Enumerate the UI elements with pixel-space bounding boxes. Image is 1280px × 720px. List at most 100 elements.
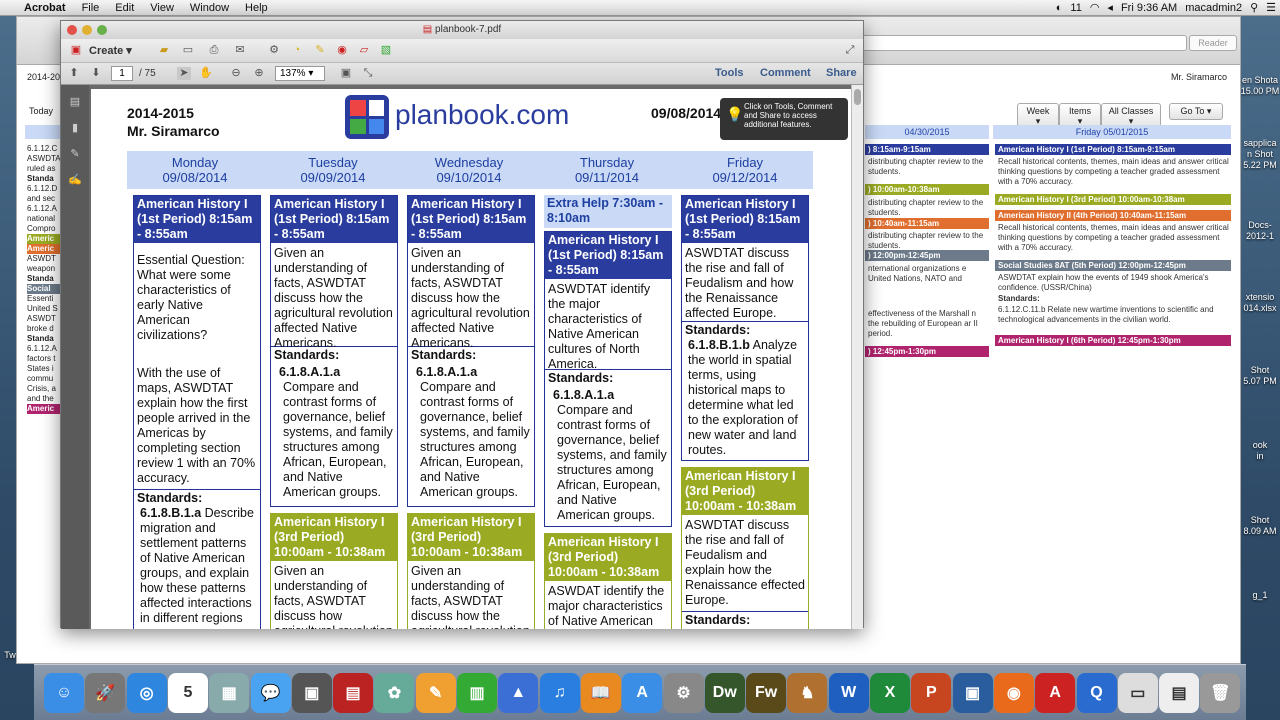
dock-document-stack-icon[interactable]: ▭ xyxy=(1117,673,1158,713)
fit-page-icon[interactable]: ▣ xyxy=(339,67,353,80)
dock-quicktime-icon[interactable]: Q xyxy=(1076,673,1117,713)
desktop-file-label[interactable]: Shot xyxy=(1240,365,1280,376)
desktop-file-label[interactable]: g_1 xyxy=(1240,590,1280,601)
bg-strip-event[interactable]: Americ xyxy=(27,244,63,254)
desktop-file-label[interactable]: en Shota xyxy=(1240,75,1280,86)
clock[interactable]: Fri 9:36 AM xyxy=(1121,0,1177,16)
dock-powerpoint-icon[interactable]: P xyxy=(911,673,952,713)
bg-event[interactable]: ) 12:00pm-12:45pm xyxy=(865,250,989,261)
adobe-icon[interactable]: ◐ xyxy=(1056,0,1063,16)
page-thumbnails-icon[interactable]: ▤ xyxy=(68,95,82,109)
desktop-file-label[interactable]: ook xyxy=(1240,440,1280,451)
full-screen-icon[interactable]: ⤡ xyxy=(361,67,375,80)
goto-dropdown[interactable]: Go To ▾ xyxy=(1169,103,1223,120)
dock-excel-icon[interactable]: X xyxy=(870,673,910,713)
comment-bubble-icon[interactable]: ◔ xyxy=(290,44,304,57)
menu-window[interactable]: Window xyxy=(182,0,237,16)
bg-event[interactable]: American History II (4th Period) 10:40am… xyxy=(995,210,1231,221)
user-menu[interactable]: Mr. Siramarco xyxy=(1171,72,1227,82)
desktop-file-label[interactable]: sapplica xyxy=(1240,138,1280,149)
bg-event[interactable]: American History I (3rd Period) 10:00am-… xyxy=(995,194,1231,205)
dock-iphoto-icon[interactable]: ✿ xyxy=(374,673,415,713)
dock-keynote-icon[interactable]: ▲ xyxy=(498,673,539,713)
select-cursor-icon[interactable]: ➤ xyxy=(177,67,191,80)
desktop-file-label[interactable]: xtensio xyxy=(1240,292,1280,303)
next-page-icon[interactable]: ⬇ xyxy=(89,67,103,80)
acrobat-title-bar[interactable]: ▤ planbook-7.pdf xyxy=(61,21,863,39)
dock-fireworks-icon[interactable]: Fw xyxy=(746,673,787,713)
dock-acrobat-icon[interactable]: A xyxy=(1035,673,1076,713)
highlight-icon[interactable]: ✎ xyxy=(313,44,327,57)
document-viewport[interactable]: 2014-2015 Mr. Siramarco planbook.com 09/… xyxy=(89,85,851,629)
dock-firefox-icon[interactable]: ◉ xyxy=(993,673,1034,713)
dock-app-store-icon[interactable]: A xyxy=(622,673,663,713)
dock-messages-icon[interactable]: 💬 xyxy=(250,673,291,713)
reader-button[interactable]: Reader xyxy=(1189,35,1237,51)
zoom-in-icon[interactable]: ⊕ xyxy=(252,67,266,80)
expand-icon[interactable]: ⤢ xyxy=(843,44,857,57)
dock-microsoft-remote-icon[interactable]: ▣ xyxy=(952,673,993,713)
share-icon[interactable]: ▧ xyxy=(379,44,393,57)
attachments-icon[interactable]: ✎ xyxy=(68,147,82,161)
create-icon[interactable]: ▣ xyxy=(69,44,83,57)
settings-gear-icon[interactable]: ⚙ xyxy=(267,44,281,57)
print-icon[interactable]: ⎙ xyxy=(207,44,221,57)
bg-strip-event[interactable]: Social xyxy=(27,284,63,294)
comment-pane-button[interactable]: Comment xyxy=(760,67,811,79)
bg-event[interactable]: American History I (6th Period) 12:45pm-… xyxy=(995,335,1231,346)
dock-word-icon[interactable]: W xyxy=(828,673,869,713)
collapse-tooltip-icon[interactable]: ^ xyxy=(780,92,784,101)
previous-page-icon[interactable]: ⬆ xyxy=(67,67,81,80)
tools-tooltip[interactable]: 💡 ^ Click on Tools, Comment and Share to… xyxy=(720,92,848,140)
user-name[interactable]: macadmin2 xyxy=(1185,0,1242,16)
menu-edit[interactable]: Edit xyxy=(107,0,142,16)
bg-event[interactable]: ) 8:15am-9:15am xyxy=(865,144,989,155)
menu-file[interactable]: File xyxy=(74,0,108,16)
share-pane-button[interactable]: Share xyxy=(826,67,857,79)
bg-event[interactable]: ) 10:40am-11:15am xyxy=(865,218,989,229)
open-folder-icon[interactable]: ▰ xyxy=(157,44,171,57)
menu-help[interactable]: Help xyxy=(237,0,276,16)
dock-document-icon[interactable]: ▤ xyxy=(1159,673,1200,713)
zoom-out-icon[interactable]: ⊖ xyxy=(229,67,243,80)
dock-trash-icon[interactable]: 🗑 xyxy=(1200,673,1241,713)
desktop-file-label[interactable]: Docs- xyxy=(1240,220,1280,231)
wifi-icon[interactable]: ◠ xyxy=(1090,0,1100,16)
email-icon[interactable]: ✉ xyxy=(233,44,247,57)
zoom-window-icon[interactable] xyxy=(97,25,107,35)
bookmarks-icon[interactable]: ▮ xyxy=(68,121,82,135)
menu-view[interactable]: View xyxy=(142,0,182,16)
dock-photo-booth-icon[interactable]: ▤ xyxy=(333,673,374,713)
signatures-icon[interactable]: ✍ xyxy=(68,173,82,187)
bg-strip-event[interactable]: Americ xyxy=(27,234,63,244)
menu-acrobat[interactable]: Acrobat xyxy=(16,0,74,16)
dock-itunes-icon[interactable]: ♫ xyxy=(539,673,580,713)
dock-safari-icon[interactable]: ◎ xyxy=(126,673,167,713)
dock-launchpad-icon[interactable]: 🚀 xyxy=(85,673,126,713)
stamp-icon[interactable]: ◉ xyxy=(335,44,349,57)
notification-center-icon[interactable]: ☰ xyxy=(1266,0,1276,16)
desktop-file-label[interactable]: Shot xyxy=(1240,515,1280,526)
bg-event[interactable]: ) 10:00am-10:38am xyxy=(865,184,989,195)
attach-icon[interactable]: ▱ xyxy=(357,44,371,57)
volume-icon[interactable]: ◂ xyxy=(1107,0,1113,16)
minimize-window-icon[interactable] xyxy=(82,25,92,35)
dock-numbers-icon[interactable]: ▥ xyxy=(457,673,497,713)
bg-event[interactable]: American History I (1st Period) 8:15am-9… xyxy=(995,144,1231,155)
vertical-scrollbar[interactable] xyxy=(851,85,863,629)
create-button[interactable]: Create ▾ xyxy=(89,44,132,57)
dock-finder-icon[interactable]: ☺ xyxy=(44,673,84,713)
spotlight-icon[interactable]: ⚲ xyxy=(1250,0,1258,16)
bg-event[interactable]: ) 12:45pm-1:30pm xyxy=(865,346,989,357)
notification-count[interactable]: 11 xyxy=(1070,0,1081,16)
dock-preview-icon[interactable]: ▦ xyxy=(209,673,250,713)
bg-event[interactable]: Social Studies 8AT (5th Period) 12:00pm-… xyxy=(995,260,1231,271)
dock-ibooks-icon[interactable]: 📖 xyxy=(580,673,621,713)
dock-sandvox-icon[interactable]: ♞ xyxy=(787,673,828,713)
dock-pages-icon[interactable]: ✎ xyxy=(415,673,456,713)
scrollbar-thumb[interactable] xyxy=(854,89,861,105)
hand-tool-icon[interactable]: ✋ xyxy=(199,67,213,80)
save-icon[interactable]: ▭ xyxy=(181,44,195,57)
dock-facetime-icon[interactable]: ▣ xyxy=(291,673,332,713)
page-number-input[interactable]: 1 xyxy=(111,66,133,81)
